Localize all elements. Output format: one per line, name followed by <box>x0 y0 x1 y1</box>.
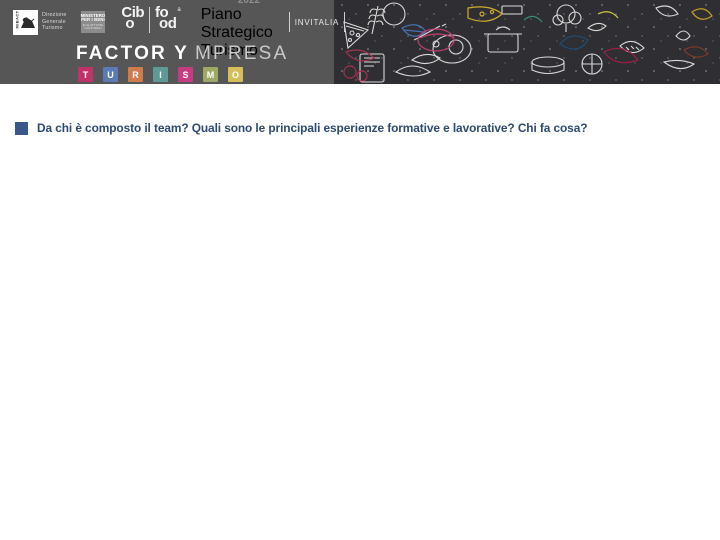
logo-ministero: MINISTERO PER I BENI E LE ATTIVITA CULTU… <box>80 11 106 33</box>
brand-tile-t: T <box>78 67 93 82</box>
invitalia-left-divider <box>288 12 290 32</box>
brand-tile-r: R <box>128 67 143 82</box>
bullet-item-text: Da chi è composto il team? Quali sono le… <box>37 121 588 135</box>
top-banner: MiBACT Direzione Generale Turismo MINIST… <box>0 0 720 84</box>
logo-cibo-right: fo od <box>155 5 177 32</box>
mibact-emblem-icon: MiBACT <box>13 9 38 35</box>
brand-wordmark: FACTOR Y MPRESA <box>76 44 288 64</box>
brand-word-bold: FACTOR Y <box>76 43 189 64</box>
logo-cibo-superscript: a <box>177 7 181 13</box>
logo-cibo-bottom-right: od <box>159 15 177 32</box>
logo-cibo-left: Cib o <box>121 5 144 32</box>
institutional-logo-row: MiBACT Direzione Generale Turismo MINIST… <box>0 0 346 59</box>
mibact-vertical-label: MiBACT <box>14 10 20 28</box>
brand-tile-s: S <box>178 67 193 82</box>
logo-invitalia-label: INVITALIA <box>294 17 340 27</box>
logo-panel: MiBACT Direzione Generale Turismo MINIST… <box>0 0 346 84</box>
square-bullet-icon <box>15 121 28 135</box>
logo-cibo-food: Cib o fo od a <box>121 5 181 37</box>
brand-word-light: MPRESA <box>194 43 289 64</box>
logo-pst-acronym: PST <box>201 0 237 4</box>
logo-invitalia: INVITALIA <box>288 12 346 32</box>
brand-tile-u: U <box>103 67 118 82</box>
logo-ministero-line2: E LE ATTIVITA CULTURALI <box>82 22 104 31</box>
brand-tile-i: I <box>153 67 168 82</box>
mibact-label: Direzione Generale Turismo <box>42 12 67 32</box>
logo-mibact: MiBACT Direzione Generale Turismo <box>13 9 67 35</box>
brand-turismo-tiles: TURISMO <box>78 67 288 82</box>
logo-cibo-divider <box>149 7 151 33</box>
brand-tile-m: M <box>203 67 218 82</box>
invitalia-right-divider <box>344 12 346 32</box>
brand-tile-o: O <box>228 67 243 82</box>
brand-lockup: FACTOR Y MPRESA TURISMO <box>76 44 288 82</box>
bullet-item: Da chi è composto il team? Quali sono le… <box>15 121 610 135</box>
logo-cibo-bottom-left: o <box>125 15 135 32</box>
logo-ministero-line1: MINISTERO PER I BENI <box>80 12 106 23</box>
